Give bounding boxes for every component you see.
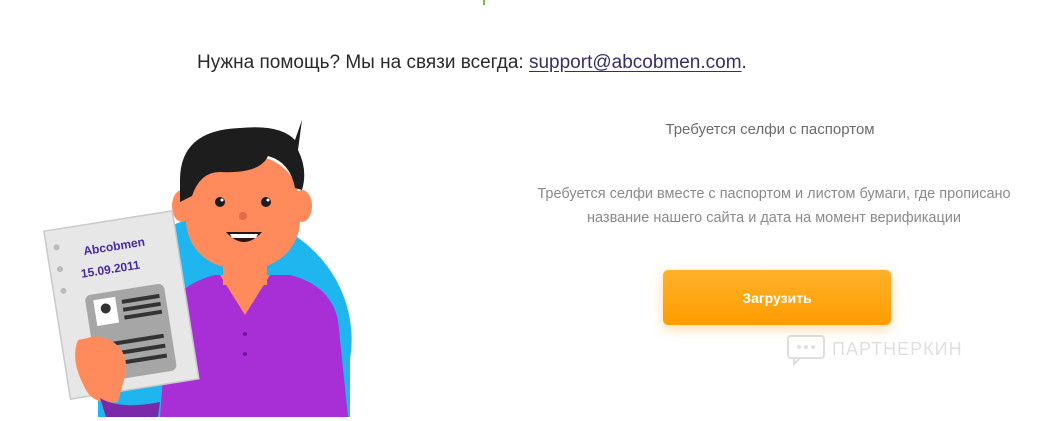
- requirement-description: Требуется селфи вместе с паспортом и лис…: [500, 182, 1044, 230]
- requirement-title: Требуется селфи с паспортом: [665, 121, 875, 138]
- watermark-logo-icon: [787, 335, 825, 366]
- watermark-text: ПАРТНЕРКИН: [832, 338, 963, 359]
- top-divider-mark: [483, 0, 485, 5]
- help-line: Нужна помощь? Мы на связи всегда: suppor…: [197, 52, 747, 74]
- requirement-line-1: Требуется селфи вместе с паспортом и лис…: [537, 186, 1011, 202]
- watermark: ПАРТНЕРКИН: [786, 329, 963, 369]
- requirement-line-2: название нашего сайта и дата на момент в…: [587, 210, 961, 226]
- support-email-link[interactable]: support@abcobmen.com: [529, 52, 742, 73]
- help-prefix: Нужна помощь? Мы на связи всегда:: [197, 52, 524, 73]
- help-suffix: .: [741, 52, 747, 73]
- selfie-illustration: Abcobmen 15.09.2011: [43, 120, 352, 417]
- upload-button[interactable]: Загрузить: [663, 270, 891, 325]
